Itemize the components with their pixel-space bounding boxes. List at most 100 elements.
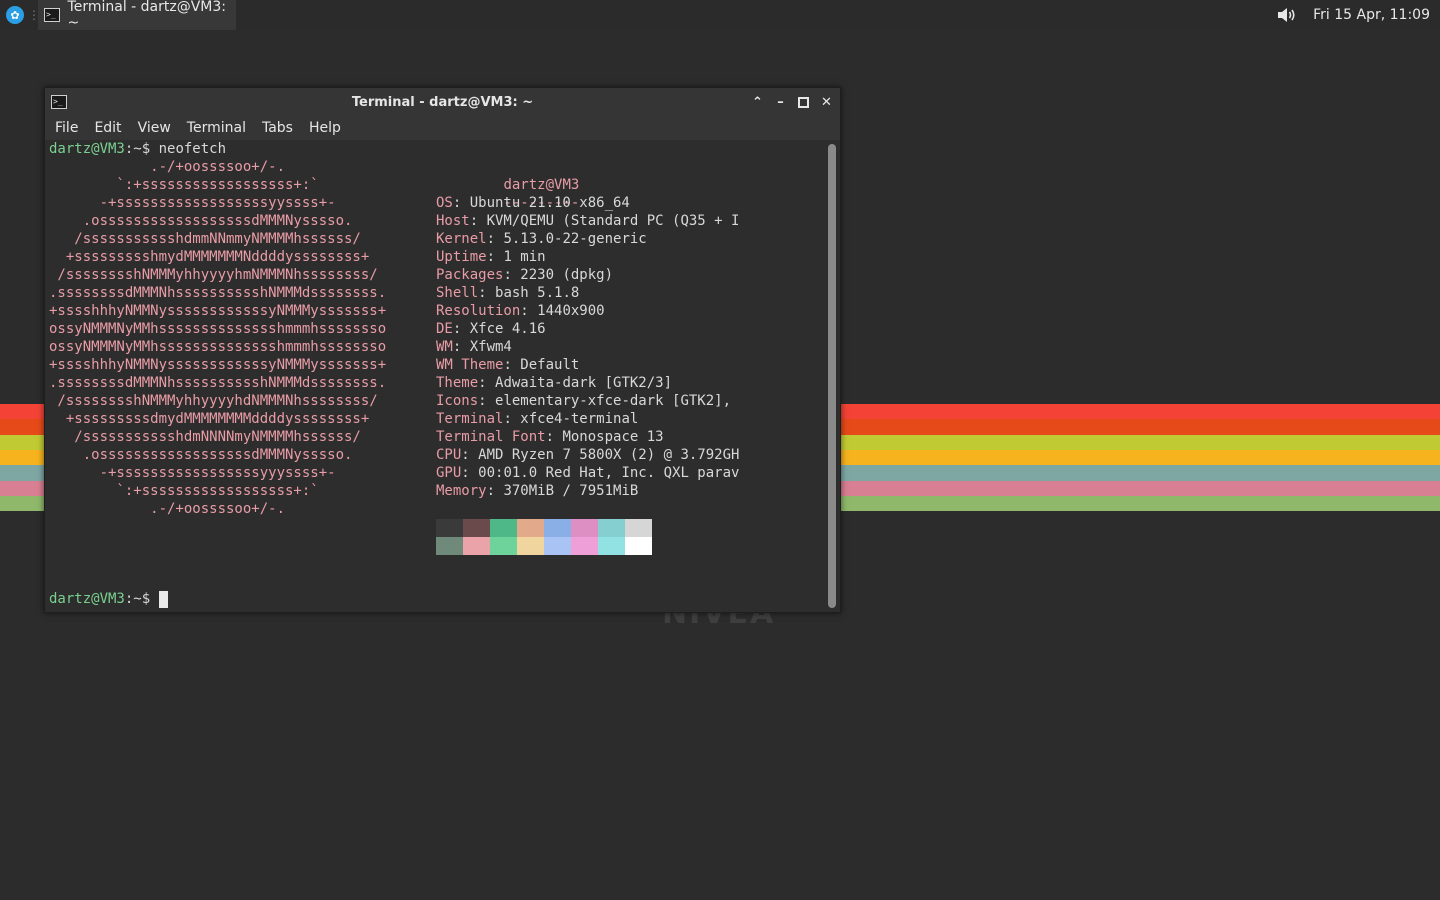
info-line: GPU: 00:01.0 Red Hat, Inc. QXL parav: [436, 464, 739, 482]
menu-edit[interactable]: Edit: [86, 120, 129, 136]
ascii-art-line: +sssssssssdmydMMMMMMMMddddyssssssss+: [49, 411, 370, 427]
ascii-art-line: +sssshhhyNMMNyssssssssssssyNMMMysssssss+: [49, 357, 387, 373]
info-value: 1 min: [503, 249, 546, 265]
info-colon: :: [520, 303, 538, 319]
palette-swatch: [625, 519, 652, 537]
command-line: dartz@VM3:~$ neofetch: [49, 140, 226, 158]
info-value: bash 5.1.8: [495, 285, 580, 301]
minimize-button[interactable]: –: [773, 95, 788, 110]
maximize-button[interactable]: [796, 95, 811, 110]
ascii-art-line: `:+ssssssssssssssssss+:`: [49, 483, 319, 499]
ascii-art-line: .ossssssssssssssssssdMMMNysssso.: [49, 213, 353, 229]
palette-swatch: [463, 537, 490, 555]
ascii-art-line: ossyNMMMNyMMhsssssssssssssshmmmhssssssso: [49, 321, 387, 337]
palette-swatch: [436, 519, 463, 537]
ascii-art-line: +ssssssssshmydMMMMMMMNddddyssssssss+: [49, 249, 370, 265]
palette-swatch: [571, 519, 598, 537]
info-value: 00:01.0 Red Hat, Inc. QXL parav: [478, 465, 740, 481]
info-key: Uptime: [436, 249, 487, 265]
info-colon: :: [478, 285, 496, 301]
info-line: WM: Xfwm4: [436, 338, 512, 356]
info-colon: :: [452, 339, 470, 355]
info-line: Icons: elementary-xfce-dark [GTK2],: [436, 392, 731, 410]
ascii-art-line: ossyNMMMNyMMhsssssssssssssshmmmhssssssso: [49, 339, 387, 355]
info-colon: :: [486, 483, 504, 499]
palette-swatch: [625, 537, 652, 555]
scrollbar-thumb[interactable]: [828, 144, 836, 608]
clock[interactable]: Fri 15 Apr, 11:09: [1313, 7, 1430, 23]
color-palette: [436, 519, 652, 555]
info-value: Xfce 4.16: [469, 321, 546, 337]
info-value: 2230 (dpkg): [520, 267, 614, 283]
palette-swatch: [598, 519, 625, 537]
info-value: Ubuntu 21.10 x86_64: [469, 195, 630, 211]
menu-file[interactable]: File: [47, 120, 86, 136]
info-key: Icons: [436, 393, 479, 409]
info-line: Theme: Adwaita-dark [GTK2/3]: [436, 374, 672, 392]
menu-help[interactable]: Help: [301, 120, 349, 136]
terminal-scrollbar[interactable]: [828, 144, 836, 608]
ascii-art-line: /sssssssshNMMMyhhyyyyhmNMMMNhssssssss/: [49, 267, 378, 283]
info-key: Terminal Font: [436, 429, 546, 445]
final-prompt-path: :~$: [124, 591, 151, 607]
menu-view[interactable]: View: [130, 120, 179, 136]
info-value: Default: [520, 357, 580, 373]
palette-swatch: [517, 519, 544, 537]
command-text: neofetch: [150, 141, 227, 157]
top-panel: ✿ ⋮ >_ Terminal - dartz@VM3: ~ Fri 15 Ap…: [0, 0, 1440, 31]
info-header: dartz@VM3: [503, 177, 580, 193]
menu-tabs[interactable]: Tabs: [254, 120, 301, 136]
ascii-art-line: .ossssssssssssssssssdMMMNysssso.: [49, 447, 353, 463]
terminal-output[interactable]: dartz@VM3:~$ neofetch .-/+oossssoo+/-. `…: [45, 140, 827, 612]
shade-button[interactable]: ⌃: [750, 95, 765, 110]
ascii-art-line: .ssssssssdMMMNhsssssssssshNMMMdssssssss.: [49, 375, 387, 391]
info-line: WM Theme: Default: [436, 356, 579, 374]
final-prompt-user: dartz@VM3: [49, 591, 125, 607]
menu-terminal[interactable]: Terminal: [179, 120, 254, 136]
volume-icon[interactable]: [1277, 7, 1297, 23]
info-colon: :: [461, 447, 479, 463]
info-key: DE: [436, 321, 453, 337]
info-line: Shell: bash 5.1.8: [436, 284, 579, 302]
window-menu-icon[interactable]: >_: [51, 95, 67, 109]
ascii-art-line: .-/+oossssoo+/-.: [49, 159, 286, 175]
panel-separator: ⋮: [28, 8, 40, 22]
palette-swatch: [517, 537, 544, 555]
info-key: Host: [436, 213, 470, 229]
palette-swatch: [490, 519, 517, 537]
xfce-mouse-icon: ✿: [6, 6, 24, 24]
taskbar-terminal-button[interactable]: >_ Terminal - dartz@VM3: ~: [38, 0, 236, 31]
info-key: Theme: [436, 375, 479, 391]
close-button[interactable]: ✕: [819, 95, 834, 110]
info-key: Packages: [436, 267, 504, 283]
info-line: Resolution: 1440x900: [436, 302, 605, 320]
prompt-user: dartz@VM3: [49, 141, 125, 157]
info-line: DE: Xfce 4.16: [436, 320, 546, 338]
window-titlebar[interactable]: >_ Terminal - dartz@VM3: ~ ⌃ – ✕: [45, 88, 840, 116]
terminal-menubar: File Edit View Terminal Tabs Help: [45, 116, 840, 140]
info-colon: :: [478, 375, 496, 391]
info-separator: ---------: [503, 195, 580, 211]
ascii-art-line: /ssssssssssshdmNNNNmyNMMMMhssssss/: [49, 429, 361, 445]
ascii-art-line: -+ssssssssssssssssssyyssss+-: [49, 195, 336, 211]
info-line: Terminal Font: Monospace 13: [436, 428, 664, 446]
info-value: Monospace 13: [562, 429, 664, 445]
ascii-art-line: `:+ssssssssssssssssss+:`: [49, 177, 319, 193]
info-colon: :: [452, 321, 470, 337]
info-value: xfce4-terminal: [520, 411, 639, 427]
info-line: CPU: AMD Ryzen 7 5800X (2) @ 3.792GH: [436, 446, 739, 464]
info-value: AMD Ryzen 7 5800X (2) @ 3.792GH: [478, 447, 740, 463]
info-key: GPU: [436, 465, 462, 481]
info-key: Memory: [436, 483, 487, 499]
terminal-window: >_ Terminal - dartz@VM3: ~ ⌃ – ✕ File Ed…: [44, 87, 841, 613]
info-key: OS: [436, 195, 453, 211]
ascii-art-line: .-/+oossssoo+/-.: [49, 501, 286, 517]
info-colon: :: [452, 195, 470, 211]
palette-swatch: [544, 537, 571, 555]
text-cursor: [158, 590, 168, 608]
app-menu-button[interactable]: ✿: [0, 0, 30, 30]
info-colon: :: [478, 393, 496, 409]
info-key: CPU: [436, 447, 462, 463]
info-key: WM: [436, 339, 453, 355]
ascii-art-line: /sssssssshNMMMyhhyyyyhdNMMMNhssssssss/: [49, 393, 378, 409]
